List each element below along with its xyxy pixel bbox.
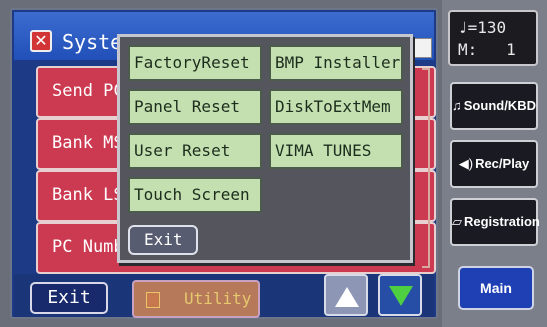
speaker-icon: ◀) [458, 156, 474, 171]
registration-label: Registration [464, 214, 540, 229]
tempo-value: ♩=130 [458, 18, 507, 37]
list-edge [422, 68, 430, 268]
list-row-label: Bank MS [52, 133, 124, 153]
vima-tunes-button[interactable]: VIMA TUNES [269, 133, 403, 169]
list-row-label: Bank LS [52, 185, 124, 205]
sound-kbd-label: Sound/KBD [463, 98, 536, 113]
exit-button[interactable]: Exit [30, 282, 108, 314]
registration-button[interactable]: ▱ Registration [450, 198, 540, 246]
down-arrow-icon [389, 286, 413, 306]
rec-play-label: Rec/Play [475, 156, 530, 171]
registration-book-icon: ▱ [452, 214, 462, 229]
music-note-icon: ♫ [452, 98, 462, 113]
scroll-down-button[interactable] [378, 274, 422, 316]
factory-reset-button[interactable]: FactoryReset [128, 45, 262, 81]
list-row-label: PC Numb [52, 237, 124, 257]
sound-kbd-button[interactable]: ♫ Sound/KBD [450, 82, 538, 130]
utility-icon [146, 292, 160, 308]
utility-label: Utility [184, 289, 252, 308]
measure-value: M: 1 [458, 40, 516, 59]
main-button[interactable]: Main [458, 266, 534, 310]
tempo-display: ♩=130 M: 1 [448, 10, 538, 66]
list-row-label: Send PC [52, 81, 124, 101]
user-reset-button[interactable]: User Reset [128, 133, 262, 169]
system-icon: ✕ [30, 30, 52, 52]
up-arrow-icon [335, 287, 359, 307]
rec-play-button[interactable]: ◀) Rec/Play [450, 140, 538, 188]
panel-reset-button[interactable]: Panel Reset [128, 89, 262, 125]
touch-screen-button[interactable]: Touch Screen [128, 177, 262, 213]
utility-popup: FactoryReset BMP Installer Panel Reset D… [117, 34, 413, 263]
disk-to-ext-mem-button[interactable]: DiskToExtMem [269, 89, 403, 125]
utility-button[interactable]: Utility [132, 280, 260, 318]
right-panel: ♩=130 M: 1 ♫ Sound/KBD ◀) Rec/Play ▱ Regist… [442, 0, 547, 327]
scroll-up-button[interactable] [324, 274, 368, 316]
window-title: Syste [62, 30, 123, 54]
bmp-installer-button[interactable]: BMP Installer [269, 45, 403, 81]
popup-exit-button[interactable]: Exit [128, 225, 198, 255]
